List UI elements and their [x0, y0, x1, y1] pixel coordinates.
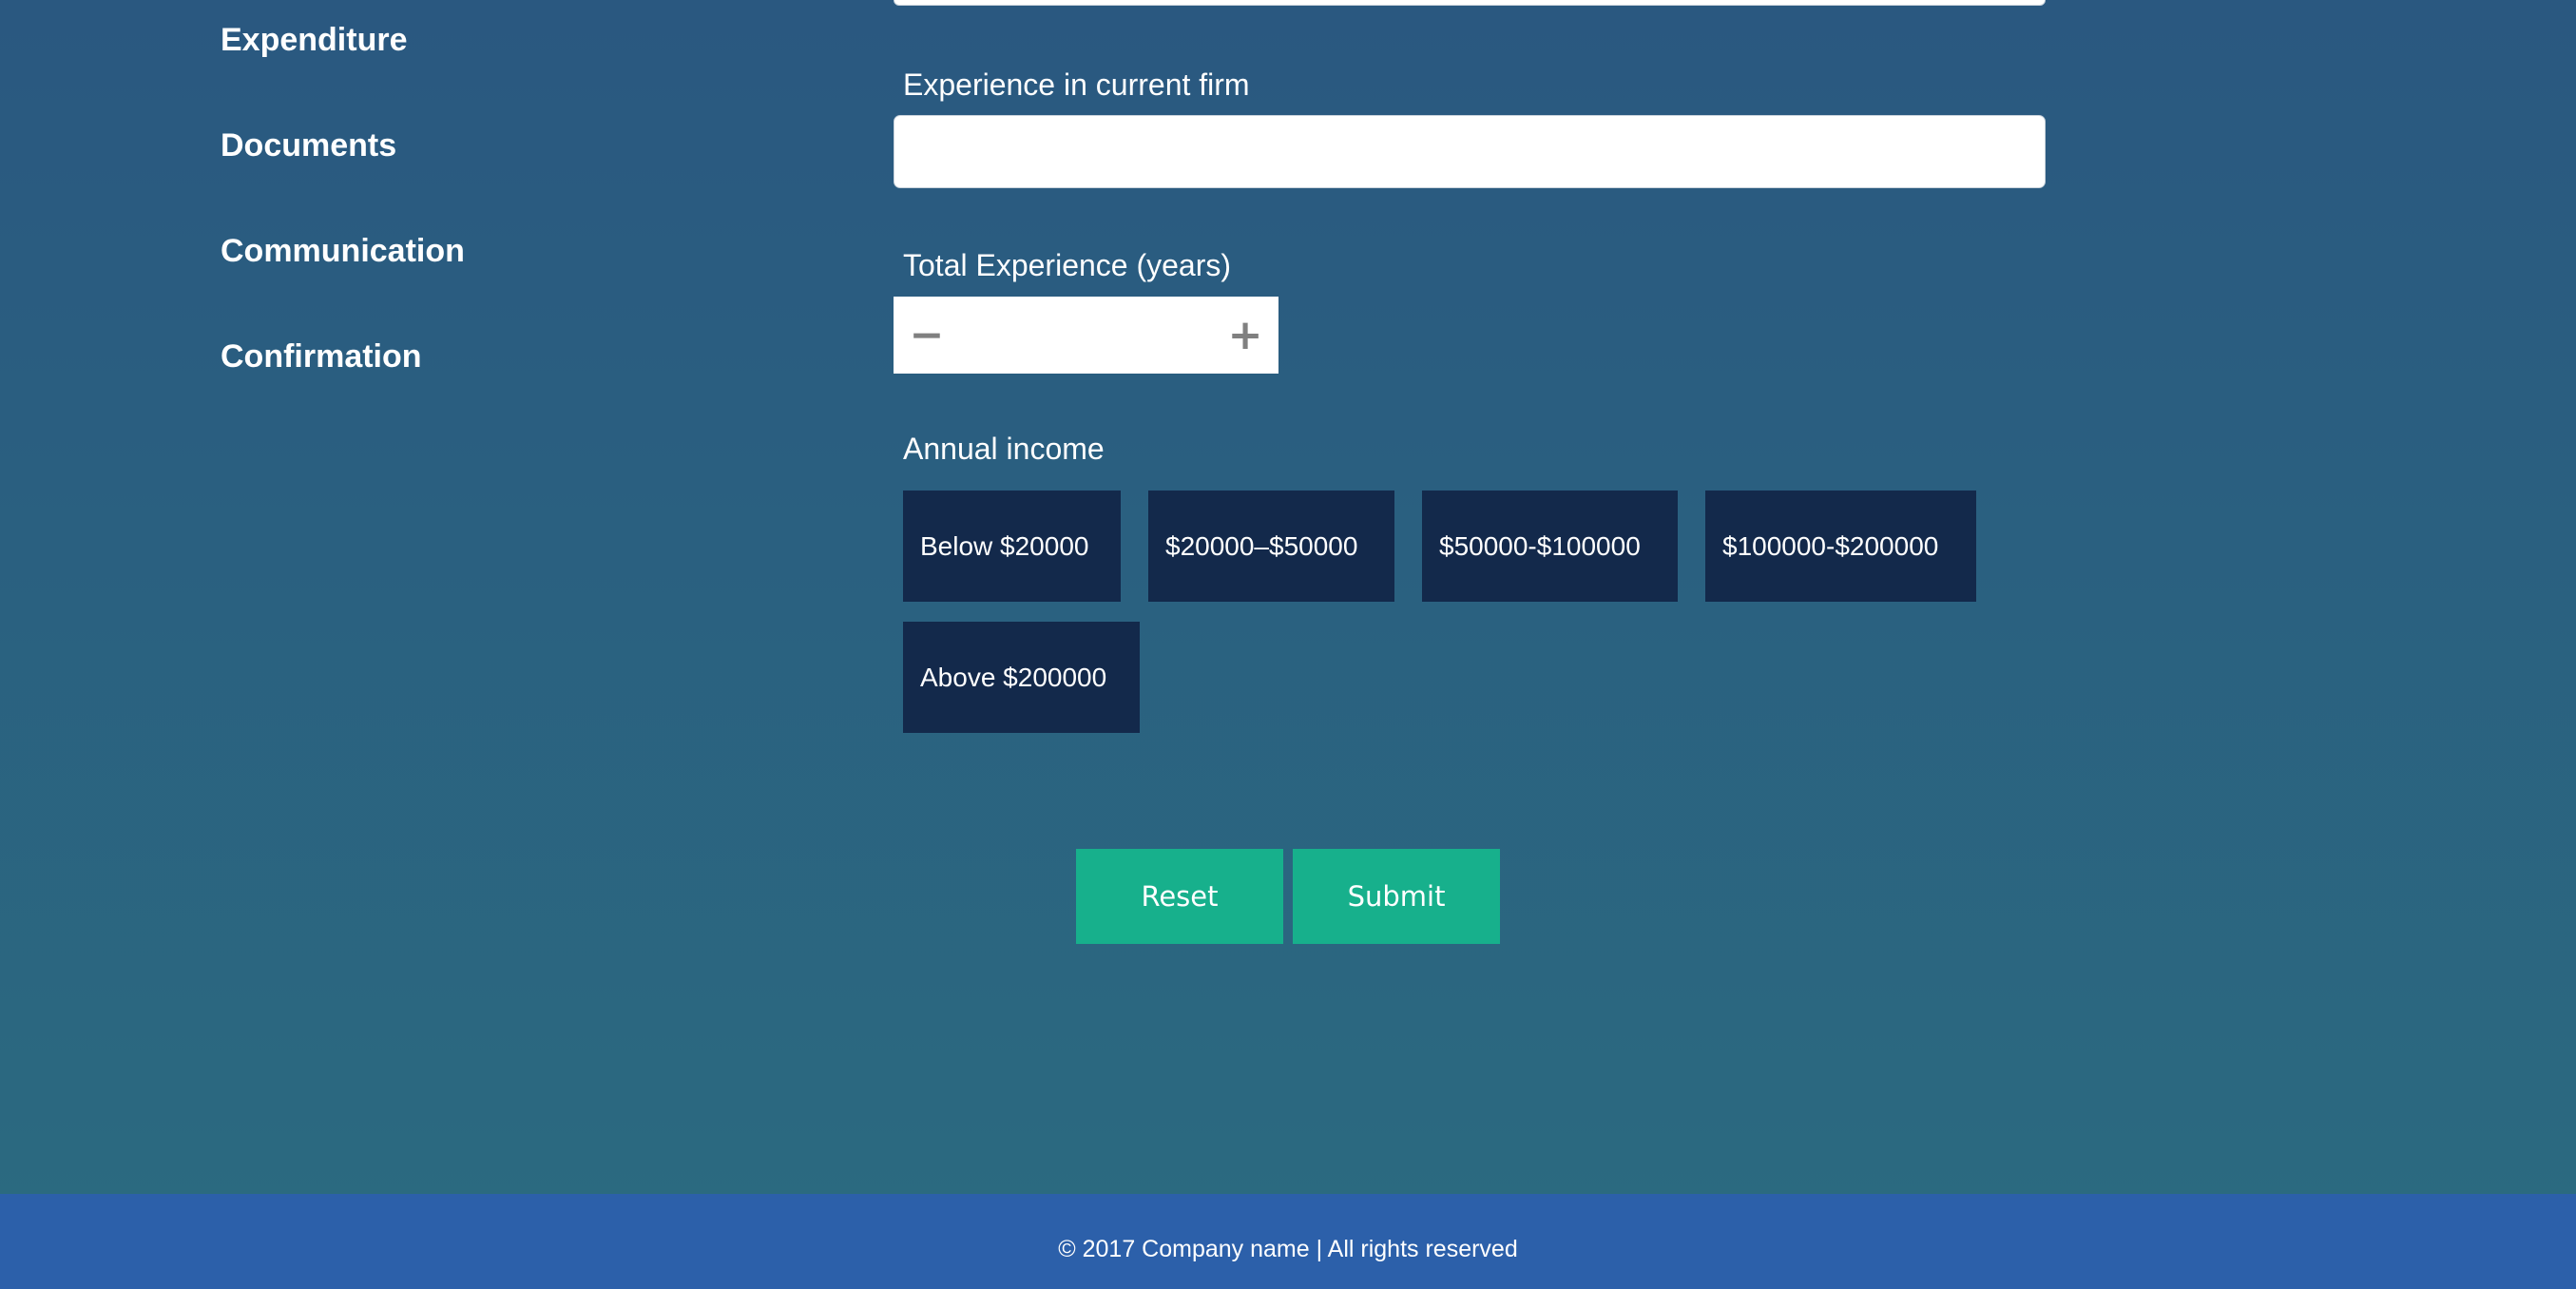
- annual-income-label: Annual income: [903, 432, 1105, 466]
- increment-button[interactable]: +: [1212, 297, 1278, 374]
- total-experience-input[interactable]: [960, 297, 1212, 374]
- step-communication[interactable]: Communication: [221, 235, 465, 267]
- income-option-20000-50000[interactable]: $20000–$50000: [1148, 491, 1394, 602]
- experience-current-firm-input[interactable]: [894, 115, 2046, 188]
- step-expenditure[interactable]: Expenditure: [221, 24, 407, 56]
- page: Expenditure Documents Communication Conf…: [0, 0, 2576, 1289]
- total-experience-label: Total Experience (years): [903, 248, 1232, 282]
- previous-field-input[interactable]: [894, 0, 2046, 6]
- submit-button[interactable]: Submit: [1293, 849, 1500, 944]
- step-documents[interactable]: Documents: [221, 129, 396, 162]
- income-option-50000-100000[interactable]: $50000-$100000: [1422, 491, 1678, 602]
- total-experience-stepper: − +: [894, 297, 1278, 374]
- decrement-button[interactable]: −: [894, 297, 960, 374]
- footer-copyright: © 2017 Company name | All rights reserve…: [1058, 1236, 1518, 1262]
- step-confirmation[interactable]: Confirmation: [221, 340, 422, 373]
- experience-current-firm-label: Experience in current firm: [903, 67, 1250, 102]
- income-option-above-200000[interactable]: Above $200000: [903, 622, 1140, 733]
- income-option-below-20000[interactable]: Below $20000: [903, 491, 1121, 602]
- reset-button[interactable]: Reset: [1076, 849, 1283, 944]
- income-option-100000-200000[interactable]: $100000-$200000: [1705, 491, 1976, 602]
